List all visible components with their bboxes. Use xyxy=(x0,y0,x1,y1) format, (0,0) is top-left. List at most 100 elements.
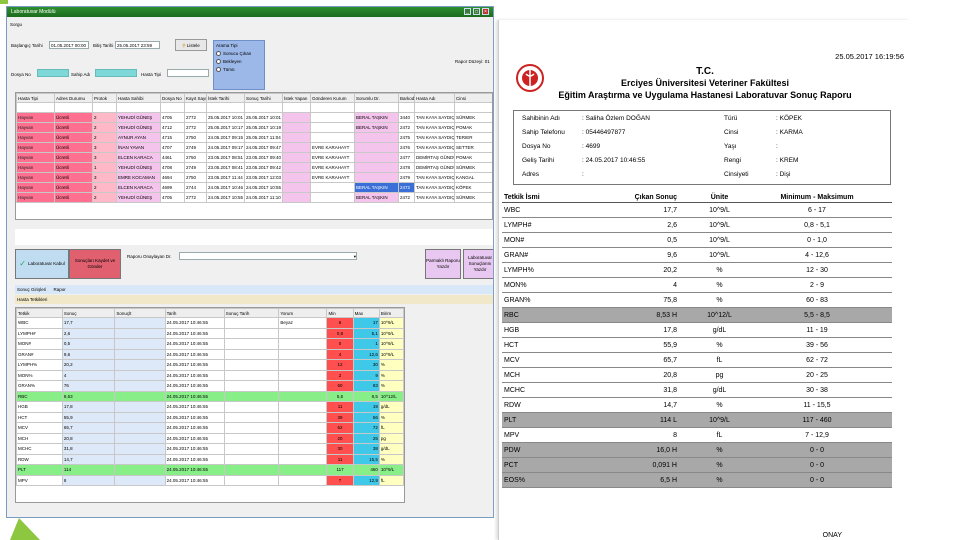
minimize-button[interactable]: _ xyxy=(464,8,471,15)
maximize-button[interactable]: □ xyxy=(473,8,480,15)
table-cell: 4694 xyxy=(160,172,185,183)
table-cell: 5,1 xyxy=(352,327,380,339)
table-row[interactable]: Hayvan Ücretli 2 YEHUDİ GÜNEŞ 4705 2772 24.05.… xyxy=(16,192,492,203)
column-filter-input[interactable] xyxy=(414,102,455,113)
filter-option-bekleyen[interactable]: Bekleyen xyxy=(216,59,262,64)
table-cell: 10^9/L xyxy=(378,338,404,350)
table-cell: LYMPH# xyxy=(16,327,63,339)
info-field: Cinsi xyxy=(724,129,739,136)
column-filter-input[interactable] xyxy=(310,102,355,113)
table-row[interactable]: Hayvan Ücretli 3 ELCEN KARACA 4461 2750 23.05.… xyxy=(16,152,492,163)
table-cell: MCHC xyxy=(16,443,63,455)
sahip-adi-input[interactable] xyxy=(95,69,137,77)
table-cell: 20,8 xyxy=(61,432,116,444)
info-field: Sahip Telefonu xyxy=(522,129,565,136)
column-filter-input[interactable] xyxy=(398,102,415,113)
title-bar: Laboratuvar Modülü _ □ × xyxy=(7,7,493,17)
table-cell: 0,5 xyxy=(61,338,116,350)
sonuc-kaydet-button[interactable]: Sonuçları Kaydet ve Gönder xyxy=(69,249,121,279)
report-cell: 0,8 - 5,1 xyxy=(804,221,830,229)
column-filter-input[interactable] xyxy=(354,102,399,113)
listele-button[interactable]: ⚲ Listele xyxy=(175,39,207,51)
report-cell: 6 - 17 xyxy=(808,206,826,214)
table-cell: 31,8 xyxy=(61,443,116,455)
tab-sonuc-girisleri[interactable]: Sonuç Girişleri xyxy=(17,287,46,292)
table-cell: 24.05.2017 10:46:55 xyxy=(164,453,225,465)
table-cell: 23.05.2017 11:44 xyxy=(206,172,245,183)
column-filter-input[interactable] xyxy=(92,102,117,113)
list-item[interactable]: GRAN# 9,6 24.05.2017 10:46:55 4 12,6 10^9/L xyxy=(16,348,404,360)
table-row[interactable]: Hayvan Ücretli 2 ELCEN KARACA 4699 2744 24.05.… xyxy=(16,182,492,193)
column-header: Çıkan Sonuç xyxy=(634,193,677,201)
table-cell xyxy=(278,401,328,413)
tab-rapor[interactable]: Rapor xyxy=(54,287,66,292)
table-row[interactable]: Hayvan Ücretli 2 YEHUDİ GÜNEŞ 4705 2772 25.05.… xyxy=(16,112,492,123)
column-filter-input[interactable] xyxy=(282,102,311,113)
column-filter-input[interactable] xyxy=(116,102,161,113)
table-cell xyxy=(114,432,166,444)
column-filter-input[interactable] xyxy=(454,102,492,113)
list-item[interactable]: MPV 8 24.05.2017 10:46:55 7 12,9 fL xyxy=(16,474,404,486)
sonuc-yazdir-button[interactable]: Laboratuvar Sonuçlarını Yazdır xyxy=(463,249,493,279)
list-item[interactable]: PLT 114 24.05.2017 10:46:55 117 460 10^9/L xyxy=(16,464,404,476)
table-cell: Ücretli xyxy=(54,152,93,163)
table-row[interactable]: Hayvan Ücretli 1 YEHUDİ GÜNEŞ 4708 2749 23.05.… xyxy=(16,162,492,173)
list-item[interactable]: MON# 0,5 24.05.2017 10:46:55 0 1 10^9/L xyxy=(16,338,404,350)
report-row: WBC 17,7 10^9/L 6 - 17 xyxy=(502,203,892,218)
filter-option-tumu[interactable]: Tümü xyxy=(216,67,262,72)
list-item[interactable]: HGB 17,8 24.05.2017 10:46:55 11 19 g/dL xyxy=(16,401,404,413)
list-item[interactable]: RBC 8,53 24.05.2017 10:46:55 5,5 8,5 10^12/L xyxy=(16,390,404,402)
table-cell: 0,8 xyxy=(326,327,354,339)
parmakli-rapor-button[interactable]: Parmaklı Raporu Yazdır xyxy=(425,249,461,279)
column-filter-input[interactable] xyxy=(206,102,245,113)
list-item[interactable]: MCH 20,8 24.05.2017 10:46:55 20 25 pg xyxy=(16,432,404,444)
column-filter-input[interactable] xyxy=(54,102,93,113)
rapor-onay-select[interactable]: ▾ xyxy=(179,252,357,260)
report-cell: 4 - 12,6 xyxy=(805,251,829,259)
column-filter-input[interactable] xyxy=(16,102,55,113)
list-item[interactable]: MON% 4 24.05.2017 10:46:55 2 9% xyxy=(16,369,404,381)
radio-icon xyxy=(216,67,221,72)
end-date-input[interactable]: 25.05.2017 23:59 xyxy=(115,41,160,49)
table-cell: 2478 xyxy=(398,162,415,173)
table-cell: 460 xyxy=(352,464,380,476)
window-title: Laboratuvar Modülü xyxy=(11,9,56,15)
list-item[interactable]: HCT 55,9 24.05.2017 10:46:55 39 56% xyxy=(16,411,404,423)
column-filter-input[interactable] xyxy=(244,102,283,113)
list-item[interactable]: WBC 17,7 24.05.2017 10:46:55 Beyaz 6 17 10^9/L xyxy=(16,317,404,329)
report-row: PDW 16,0 H% 0 - 0 xyxy=(502,443,892,458)
report-info-box: Sahibinin Adı: Saliha Özlem DOĞAN Türü: K… xyxy=(513,110,891,185)
table-cell: % xyxy=(378,359,404,371)
lab-kabul-button[interactable]: ✓ Laboratuvar Kabul xyxy=(15,249,69,279)
list-item[interactable]: RDW 14,7 24.05.2017 10:46:55 11 15,5% xyxy=(16,453,404,465)
dosya-no-input[interactable] xyxy=(37,69,69,77)
filter-row xyxy=(16,102,492,113)
column-header: Kayıt Sayısı xyxy=(184,93,207,103)
list-item[interactable]: MCHC 31,8 24.05.2017 10:46:55 30 38 g/dL xyxy=(16,443,404,455)
list-item[interactable]: LYMPH% 20,2 24.05.2017 10:46:55 12 30% xyxy=(16,359,404,371)
table-row[interactable]: Hayvan Ücretli 2 YEHUDİ GÜNEŞ 4712 2772 25.05.… xyxy=(16,122,492,133)
table-cell xyxy=(223,390,280,402)
list-item[interactable]: MCV 65,7 24.05.2017 10:46:55 62 72 fL xyxy=(16,422,404,434)
table-cell xyxy=(114,390,166,402)
subtab-hasta-tetkikleri[interactable]: Hasta Tetkikleri xyxy=(15,295,493,304)
table-cell xyxy=(310,192,355,203)
table-cell: 2749 xyxy=(184,142,207,153)
column-filter-input[interactable] xyxy=(160,102,185,113)
table-cell xyxy=(114,453,166,465)
table-row[interactable]: Hayvan Ücretli 3 İNAN YAVAN 4707 2749 24.05.20… xyxy=(16,142,492,153)
table-row[interactable]: Hayvan Ücretli 3 EMRE KOCAMAN 4694 2750 23.05.… xyxy=(16,172,492,183)
start-date-input[interactable]: 01.05.2017 00:00 xyxy=(49,41,89,49)
table-row[interactable]: Hayvan Ücretli 2 AYNUR AYAN 4715 2750 24.05.20… xyxy=(16,132,492,143)
filter-option-sonucu-cikan[interactable]: Sonucu Çıkan xyxy=(216,51,262,56)
table-cell: 2744 xyxy=(184,182,207,193)
hasta-tipi-input[interactable] xyxy=(167,69,209,77)
list-item[interactable]: GRAN% 76 24.05.2017 10:46:55 60 83% xyxy=(16,380,404,392)
close-button[interactable]: × xyxy=(482,8,489,15)
list-item[interactable]: LYMPH# 2,6 24.05.2017 10:46:55 0,8 5,1 10^9/L xyxy=(16,327,404,339)
info-field: : Dişi xyxy=(776,171,791,178)
table-cell: Ücretli xyxy=(54,162,93,173)
column-filter-input[interactable] xyxy=(184,102,207,113)
table-cell: TERIER xyxy=(454,132,492,143)
table-cell: 24.05.2017 10:55 xyxy=(244,182,283,193)
